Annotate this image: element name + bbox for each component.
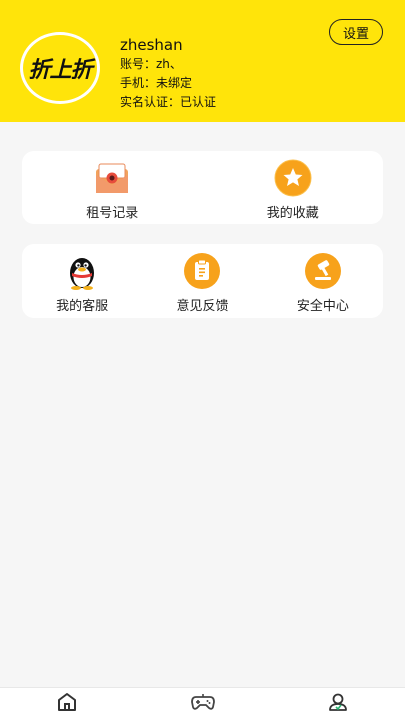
favorites-label: 我的收藏 xyxy=(266,206,319,221)
menu-card-primary: 租号记录 我的收藏 xyxy=(22,151,383,224)
profile-icon xyxy=(327,691,349,717)
nav-profile[interactable] xyxy=(251,688,405,720)
profile-header: 折上折 zheshan 账号：zh、 手机：未绑定 实名认证：已认证 设置 xyxy=(0,0,405,122)
gamepad-icon xyxy=(190,691,216,717)
security-center-label: 安全中心 xyxy=(296,299,349,314)
rental-record-icon xyxy=(93,159,131,197)
nav-games[interactable] xyxy=(154,688,252,720)
nav-home[interactable] xyxy=(0,688,154,720)
favorites-item[interactable]: 我的收藏 xyxy=(203,151,384,224)
feedback-clipboard-icon xyxy=(183,252,221,290)
security-center-item[interactable]: 安全中心 xyxy=(263,244,383,318)
home-icon xyxy=(56,691,78,717)
settings-button[interactable]: 设置 xyxy=(329,19,383,45)
customer-service-item[interactable]: 我的客服 xyxy=(22,244,142,318)
app-logo: 折上折 xyxy=(20,32,100,104)
username: zheshan xyxy=(120,36,183,54)
qq-penguin-icon xyxy=(63,252,101,290)
logo-text: 折上折 xyxy=(28,58,92,83)
favorites-star-icon xyxy=(274,159,312,197)
account-line: 账号：zh、 xyxy=(120,57,182,71)
rental-record-item[interactable]: 租号记录 xyxy=(22,151,203,224)
bottom-navigation xyxy=(0,687,405,720)
feedback-item[interactable]: 意见反馈 xyxy=(142,244,262,318)
customer-service-label: 我的客服 xyxy=(56,299,109,314)
menu-card-secondary: 我的客服 意见反馈 安全中心 xyxy=(22,244,383,318)
verification-line: 实名认证：已认证 xyxy=(120,95,217,109)
rental-record-label: 租号记录 xyxy=(86,206,139,221)
feedback-label: 意见反馈 xyxy=(176,299,229,314)
phone-line: 手机：未绑定 xyxy=(120,76,193,90)
user-info: zheshan 账号：zh、 手机：未绑定 实名认证：已认证 xyxy=(120,36,216,112)
security-hammer-icon xyxy=(304,252,342,290)
